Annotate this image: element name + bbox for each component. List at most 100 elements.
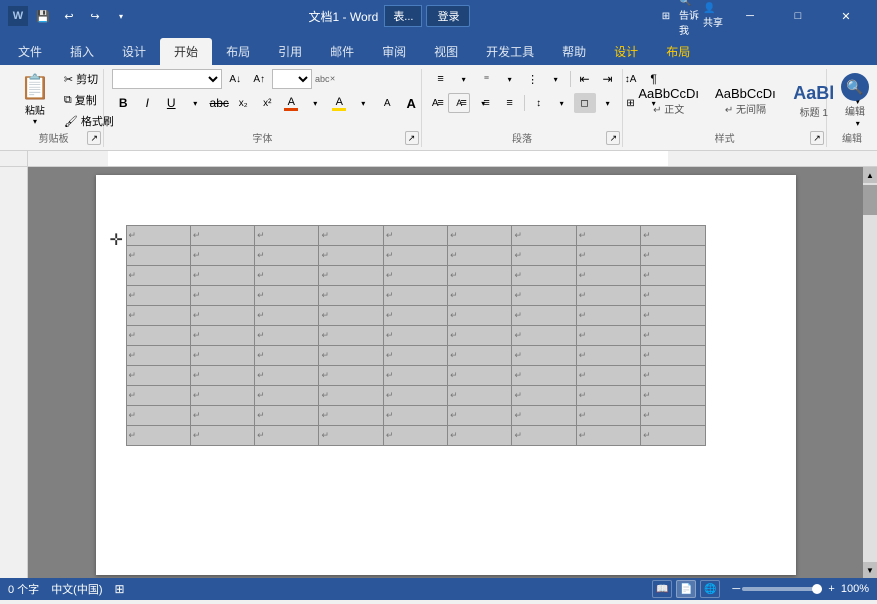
increase-indent-button[interactable]: ⇥ xyxy=(597,69,619,89)
font-size-decrease-button[interactable]: A↓ xyxy=(224,69,246,89)
table-cell[interactable]: ↵ xyxy=(255,406,319,426)
search-button[interactable]: 🔍 xyxy=(841,73,869,101)
table-row[interactable]: ↵↵↵↵↵↵↵↵↵ xyxy=(126,266,705,286)
customize-quick-access-button[interactable]: ▾ xyxy=(110,5,132,27)
table-cell[interactable]: ↵ xyxy=(319,286,383,306)
table-cell[interactable]: ↵ xyxy=(512,266,576,286)
table-cell[interactable]: ↵ xyxy=(383,426,447,446)
tab-help[interactable]: 帮助 xyxy=(548,38,600,65)
table-cell[interactable]: ↵ xyxy=(319,366,383,386)
print-view-button[interactable]: 📄 xyxy=(676,580,696,598)
table-cell[interactable]: ↵ xyxy=(383,386,447,406)
table-cell[interactable]: ↵ xyxy=(319,386,383,406)
table-cell[interactable]: ↵ xyxy=(319,226,383,246)
web-view-button[interactable]: 🌐 xyxy=(700,580,720,598)
table-button[interactable]: 表... xyxy=(384,5,422,27)
scrollbar-thumb[interactable] xyxy=(863,185,877,215)
table-cell[interactable]: ↵ xyxy=(576,306,640,326)
styles-dialog-button[interactable]: ↗ xyxy=(810,131,824,145)
table-cell[interactable]: ↵ xyxy=(512,346,576,366)
tab-view[interactable]: 视图 xyxy=(420,38,472,65)
numbered-list-button[interactable]: ⁼ xyxy=(476,69,498,89)
table-cell[interactable]: ↵ xyxy=(255,286,319,306)
table-cell[interactable]: ↵ xyxy=(641,346,705,366)
table-cell[interactable]: ↵ xyxy=(641,226,705,246)
table-cell[interactable]: ↵ xyxy=(190,386,254,406)
table-cell[interactable]: ↵ xyxy=(448,306,512,326)
table-cell[interactable]: ↵ xyxy=(576,246,640,266)
table-cell[interactable]: ↵ xyxy=(255,426,319,446)
table-cell[interactable]: ↵ xyxy=(448,386,512,406)
table-cell[interactable]: ↵ xyxy=(190,346,254,366)
tab-insert[interactable]: 插入 xyxy=(56,38,108,65)
table-cell[interactable]: ↵ xyxy=(190,326,254,346)
table-cell[interactable]: ↵ xyxy=(576,226,640,246)
table-cell[interactable]: ↵ xyxy=(319,326,383,346)
table-row[interactable]: ↵↵↵↵↵↵↵↵↵ xyxy=(126,226,705,246)
table-cell[interactable]: ↵ xyxy=(448,426,512,446)
tab-review[interactable]: 审阅 xyxy=(368,38,420,65)
table-cell[interactable]: ↵ xyxy=(448,286,512,306)
bullet-caret[interactable]: ▾ xyxy=(453,69,475,89)
zoom-in-button[interactable]: + xyxy=(826,583,836,595)
table-cell[interactable]: ↵ xyxy=(448,406,512,426)
table-row[interactable]: ↵↵↵↵↵↵↵↵↵ xyxy=(126,386,705,406)
strikethrough-button[interactable]: abc xyxy=(208,93,230,113)
table-cell[interactable]: ↵ xyxy=(641,326,705,346)
undo-button[interactable]: ↩ xyxy=(58,5,80,27)
close-button[interactable]: ✕ xyxy=(823,0,869,32)
table-cell[interactable]: ↵ xyxy=(641,246,705,266)
align-right-button[interactable]: ≡ xyxy=(476,93,498,113)
table-cell[interactable]: ↵ xyxy=(512,426,576,446)
style-normal[interactable]: AaBbCcDı ↵ 正文 xyxy=(631,73,706,129)
table-cell[interactable]: ↵ xyxy=(448,266,512,286)
table-cell[interactable]: ↵ xyxy=(512,386,576,406)
table-cell[interactable]: ↵ xyxy=(126,286,190,306)
table-row[interactable]: ↵↵↵↵↵↵↵↵↵ xyxy=(126,246,705,266)
table-cell[interactable]: ↵ xyxy=(319,406,383,426)
scroll-up-button[interactable]: ▲ xyxy=(863,167,877,183)
table-cell[interactable]: ↵ xyxy=(641,426,705,446)
numbered-caret[interactable]: ▾ xyxy=(499,69,521,89)
paste-button[interactable]: 📋 粘贴 ▾ xyxy=(12,69,58,130)
underline-button[interactable]: U xyxy=(160,93,182,113)
table-row[interactable]: ↵↵↵↵↵↵↵↵↵ xyxy=(126,346,705,366)
clipboard-dialog-button[interactable]: ↗ xyxy=(87,131,101,145)
tab-design2[interactable]: 设计 xyxy=(600,38,652,65)
table-cell[interactable]: ↵ xyxy=(512,326,576,346)
zoom-slider-thumb[interactable] xyxy=(812,584,822,594)
table-cell[interactable]: ↵ xyxy=(126,266,190,286)
table-cell[interactable]: ↵ xyxy=(383,406,447,426)
decrease-indent-button[interactable]: ⇤ xyxy=(574,69,596,89)
align-left-button[interactable]: ≡ xyxy=(430,93,452,113)
table-cell[interactable]: ↵ xyxy=(448,326,512,346)
font-color-button[interactable]: A xyxy=(280,93,302,113)
table-row[interactable]: ↵↵↵↵↵↵↵↵↵ xyxy=(126,286,705,306)
table-row[interactable]: ↵↵↵↵↵↵↵↵↵ xyxy=(126,426,705,446)
table-cell[interactable]: ↵ xyxy=(641,386,705,406)
table-cell[interactable]: ↵ xyxy=(512,286,576,306)
table-cell[interactable]: ↵ xyxy=(255,246,319,266)
font-name-select[interactable] xyxy=(112,69,222,89)
table-cell[interactable]: ↵ xyxy=(512,226,576,246)
table-cell[interactable]: ↵ xyxy=(126,366,190,386)
table-cell[interactable]: ↵ xyxy=(383,346,447,366)
share-button[interactable]: 👤 共享 xyxy=(703,5,725,27)
table-cell[interactable]: ↵ xyxy=(126,346,190,366)
superscript-button[interactable]: x² xyxy=(256,93,278,113)
underline-caret-button[interactable]: ▾ xyxy=(184,93,206,113)
justify-button[interactable]: ≡ xyxy=(499,93,521,113)
table-cell[interactable]: ↵ xyxy=(126,386,190,406)
table-cell[interactable]: ↵ xyxy=(319,346,383,366)
table-cell[interactable]: ↵ xyxy=(383,246,447,266)
tab-references[interactable]: 引用 xyxy=(264,38,316,65)
table-cell[interactable]: ↵ xyxy=(190,406,254,426)
line-spacing-button[interactable]: ↕ xyxy=(528,93,550,113)
table-cell[interactable]: ↵ xyxy=(641,366,705,386)
multilevel-list-button[interactable]: ⋮ xyxy=(522,69,544,89)
italic-button[interactable]: I xyxy=(136,93,158,113)
table-cell[interactable]: ↵ xyxy=(448,346,512,366)
table-cell[interactable]: ↵ xyxy=(576,406,640,426)
table-cell[interactable]: ↵ xyxy=(255,326,319,346)
highlight-caret[interactable]: ▾ xyxy=(352,93,374,113)
